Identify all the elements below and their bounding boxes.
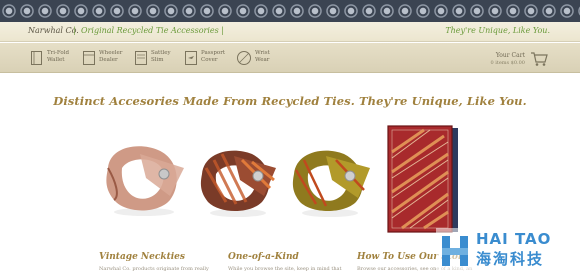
nav-label: Passport Cover xyxy=(201,50,226,63)
section-title-vintage-neckties: Vintage Neckties xyxy=(99,252,185,262)
cart-icon[interactable] xyxy=(530,51,548,67)
watermark-logo-icon xyxy=(442,236,468,266)
nav-label: Wrist Wear xyxy=(255,50,270,63)
product-nav: Tri-Fold Wallet Wheeler Dealer Sattley Slim… xyxy=(0,43,580,73)
hero-headline: Distinct Accesories Made From Recycled T… xyxy=(53,94,527,108)
cart-label[interactable]: Your Cart xyxy=(496,52,525,59)
watermark-subtitle: 海淘科技 xyxy=(476,250,545,268)
wallet-icon xyxy=(31,51,42,65)
bracelet-icon xyxy=(237,51,251,65)
cart-total: 0 items $0.00 xyxy=(490,60,525,66)
tie-bracelet-image[interactable] xyxy=(196,142,278,218)
tie-pattern-banner xyxy=(0,0,580,22)
brand-bar: Narwhal Co. | Original Recycled Tie Acce… xyxy=(0,22,580,42)
passport-icon xyxy=(185,51,197,65)
tie-bracelet-image[interactable] xyxy=(100,138,186,218)
slim-wallet-icon xyxy=(135,51,147,65)
section-text: While you browse the site, keep in mind … xyxy=(228,266,342,272)
nav-label: Tri-Fold Wallet xyxy=(47,50,70,63)
nav-label: Wheeler Dealer xyxy=(99,50,123,63)
brand-tagline: Original Recycled Tie Accessories | xyxy=(81,26,224,35)
tie-bracelet-image[interactable] xyxy=(288,142,372,218)
wallet-icon xyxy=(83,51,95,65)
brand-separator: | xyxy=(73,26,76,35)
watermark-title: HAI TAO xyxy=(476,230,552,248)
passport-cover-image[interactable] xyxy=(384,122,464,240)
brand-name[interactable]: Narwhal Co. xyxy=(28,26,79,35)
watermark: HAI TAO 海淘科技 xyxy=(436,228,580,272)
section-title-one-of-a-kind: One-of-a-Kind xyxy=(228,252,299,262)
brand-slogan: They're Unique, Like You. xyxy=(445,26,550,35)
section-text: Narwhal Co. products originate from real… xyxy=(99,266,209,272)
